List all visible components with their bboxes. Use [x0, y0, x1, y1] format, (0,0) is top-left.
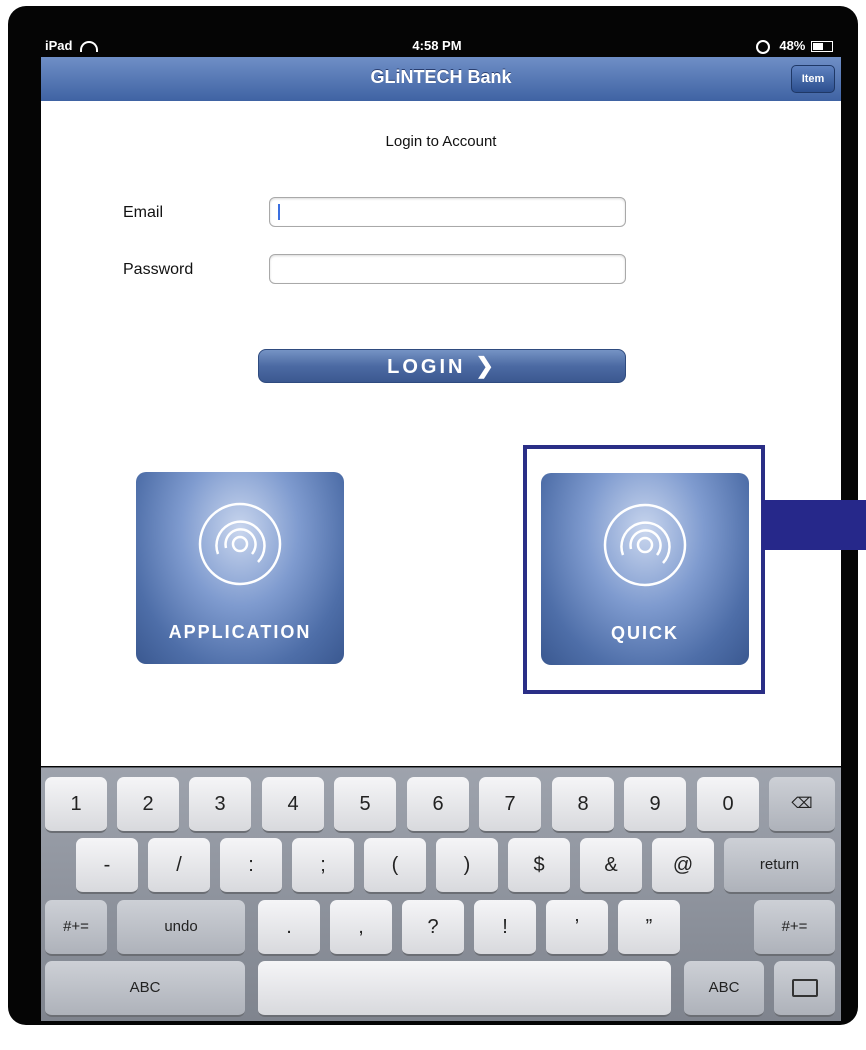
key-apostrophe[interactable]: ’: [546, 900, 608, 956]
password-label: Password: [123, 261, 194, 278]
key-close-paren[interactable]: ): [436, 838, 498, 894]
undo-key[interactable]: undo: [117, 900, 245, 956]
key-8[interactable]: 8: [552, 777, 614, 833]
key-3[interactable]: 3: [189, 777, 251, 833]
return-key[interactable]: return: [724, 838, 835, 894]
abc-key-right[interactable]: ABC: [684, 961, 764, 1017]
status-time: 4:58 PM: [412, 38, 462, 53]
keyboard-icon: [791, 979, 818, 998]
key-ampersand[interactable]: &: [580, 838, 642, 894]
callout-marker: [762, 500, 866, 550]
hide-keyboard-key[interactable]: [774, 961, 835, 1017]
backspace-icon: ⌫: [791, 795, 813, 812]
login-button-label: LOGIN: [387, 356, 466, 378]
email-field[interactable]: [269, 197, 626, 227]
key-open-paren[interactable]: (: [364, 838, 426, 894]
key-dash[interactable]: -: [76, 838, 138, 894]
app-title: GLiNTECH Bank: [370, 67, 512, 87]
application-tile-label: APPLICATION: [168, 622, 312, 642]
key-slash[interactable]: /: [148, 838, 210, 894]
application-tile[interactable]: APPLICATION: [136, 472, 344, 664]
more-symbols-key-left[interactable]: #+=: [45, 900, 107, 956]
key-6[interactable]: 6: [407, 777, 469, 833]
key-0[interactable]: 0: [697, 777, 759, 833]
key-7[interactable]: 7: [479, 777, 541, 833]
status-bar: iPad 4:58 PM 48%: [33, 36, 841, 56]
quick-highlight-box: [523, 445, 765, 694]
disc-emblem-icon: [198, 502, 282, 586]
key-2[interactable]: 2: [117, 777, 179, 833]
backspace-key[interactable]: ⌫: [769, 777, 835, 833]
key-period[interactable]: .: [258, 900, 320, 956]
key-1[interactable]: 1: [45, 777, 107, 833]
navigation-bar: GLiNTECH Bank Item: [41, 57, 841, 102]
key-4[interactable]: 4: [262, 777, 324, 833]
key-9[interactable]: 9: [624, 777, 686, 833]
chevron-right-icon: ❯: [475, 353, 497, 378]
key-colon[interactable]: :: [220, 838, 282, 894]
item-button[interactable]: Item: [791, 65, 835, 93]
key-comma[interactable]: ,: [330, 900, 392, 956]
login-button[interactable]: LOGIN ❯: [258, 349, 626, 383]
key-question[interactable]: ?: [402, 900, 464, 956]
on-screen-keyboard: 1 2 3 4 5 6 7 8 9 0 ⌫ - / : ; ( ) $ & @ …: [41, 767, 841, 1021]
abc-key-left[interactable]: ABC: [45, 961, 245, 1017]
space-bar[interactable]: [258, 961, 671, 1017]
battery-percent: 48%: [779, 38, 806, 53]
key-dollar[interactable]: $: [508, 838, 570, 894]
key-semicolon[interactable]: ;: [292, 838, 354, 894]
email-label: Email: [123, 204, 164, 221]
text-caret: [278, 204, 280, 220]
key-5[interactable]: 5: [334, 777, 396, 833]
rotation-lock-icon: [755, 39, 770, 54]
key-quote[interactable]: ”: [618, 900, 680, 956]
password-field[interactable]: [269, 254, 626, 284]
battery-icon: [811, 41, 833, 53]
more-symbols-key-right[interactable]: #+=: [754, 900, 835, 956]
status-right: 48%: [755, 38, 833, 54]
key-at[interactable]: @: [652, 838, 714, 894]
login-heading: Login to Account: [385, 133, 497, 150]
key-exclamation[interactable]: !: [474, 900, 536, 956]
